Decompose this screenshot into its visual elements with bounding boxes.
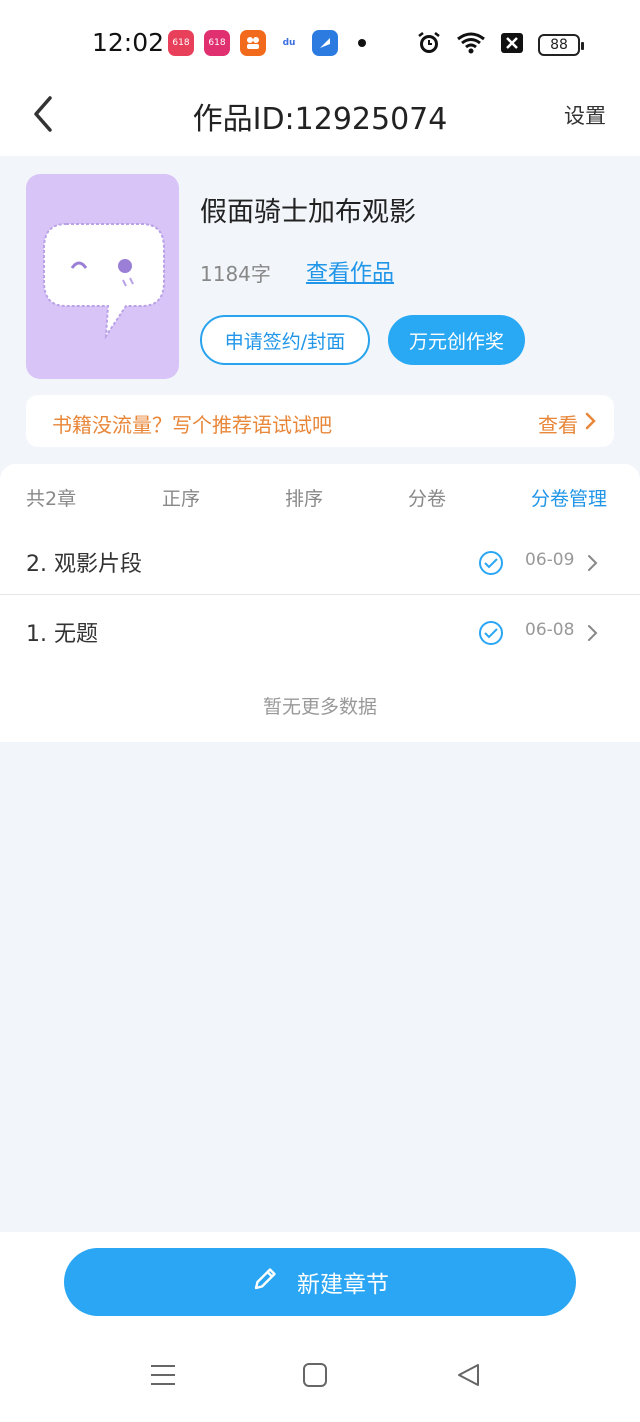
new-chapter-label: 新建章节 <box>297 1272 389 1298</box>
bottom-area: 新建章节 <box>0 1232 640 1422</box>
apply-sign-button[interactable]: 申请签约/封面 <box>200 315 370 365</box>
chevron-right-icon <box>586 623 600 647</box>
no-more-data-text: 暂无更多数据 <box>262 696 377 718</box>
app-icon-orange <box>240 30 266 56</box>
menu-icon[interactable] <box>150 1362 176 1392</box>
volume-manage-button[interactable]: 分卷管理 <box>531 484 607 511</box>
chapter-date: 06-09 <box>525 550 575 570</box>
app-icon-baidu: du <box>276 30 302 56</box>
settings-button[interactable]: 设置 <box>564 100 606 130</box>
chapter-row[interactable]: 2. 观影片段 06-09 <box>0 528 640 596</box>
published-check-icon <box>478 620 504 646</box>
promo-banner[interactable]: 书籍没流量？写个推荐语试试吧 查看 <box>26 395 614 447</box>
promo-text: 书籍没流量？写个推荐语试试吧 <box>52 413 332 437</box>
view-work-link[interactable]: 查看作品 <box>306 255 394 287</box>
app-icon-618-b: 618 <box>204 30 230 56</box>
status-bar: 12:02 618 618 du 88 <box>0 0 640 80</box>
chapter-date: 06-08 <box>525 620 575 640</box>
book-cover[interactable] <box>26 174 179 379</box>
chapter-title: 1. 无题 <box>26 622 98 647</box>
chat-bubble-icon <box>43 223 165 340</box>
wifi-icon <box>456 31 486 59</box>
screen: 12:02 618 618 du 88 作品ID:12925074 设置 假面骑… <box>0 0 640 1422</box>
book-title: 假面骑士加布观影 <box>200 197 416 228</box>
published-check-icon <box>478 550 504 576</box>
pencil-icon <box>251 1265 279 1299</box>
back-triangle-icon[interactable] <box>456 1362 482 1392</box>
battery-indicator: 88 <box>538 34 584 56</box>
sim-off-icon <box>500 32 524 58</box>
new-chapter-button[interactable]: 新建章节 <box>64 1248 576 1316</box>
row-divider <box>0 594 640 595</box>
more-notifications-dot <box>358 39 366 47</box>
chapter-count: 共2章 <box>26 488 77 510</box>
chapter-toolbar: 共2章 正序 排序 分卷 分卷管理 <box>0 464 640 530</box>
home-icon[interactable] <box>302 1362 328 1392</box>
volume-button[interactable]: 分卷 <box>408 484 446 511</box>
system-icons: 88 <box>416 30 584 60</box>
chevron-right-icon <box>586 553 600 577</box>
notification-icons: 618 618 du <box>168 30 366 56</box>
page-title: 作品ID:12925074 <box>192 102 448 137</box>
chevron-right-icon <box>584 411 598 435</box>
app-icon-618-a: 618 <box>168 30 194 56</box>
header: 作品ID:12925074 设置 <box>0 80 640 156</box>
creation-award-button[interactable]: 万元创作奖 <box>388 315 525 365</box>
chapter-row[interactable]: 1. 无题 06-08 <box>0 598 640 666</box>
system-navigation-bar <box>0 1350 640 1406</box>
chapter-list-panel: 共2章 正序 排序 分卷 分卷管理 2. 观影片段 06-09 1. 无题 06… <box>0 464 640 742</box>
word-count: 1184字 <box>200 262 271 286</box>
promo-view-link[interactable]: 查看 <box>538 409 578 438</box>
chapter-title: 2. 观影片段 <box>26 552 142 577</box>
status-time: 12:02 <box>92 28 165 57</box>
asc-order-button[interactable]: 正序 <box>162 484 200 511</box>
sort-button[interactable]: 排序 <box>285 484 323 511</box>
alarm-icon <box>416 30 442 60</box>
app-icon-blue <box>312 30 338 56</box>
